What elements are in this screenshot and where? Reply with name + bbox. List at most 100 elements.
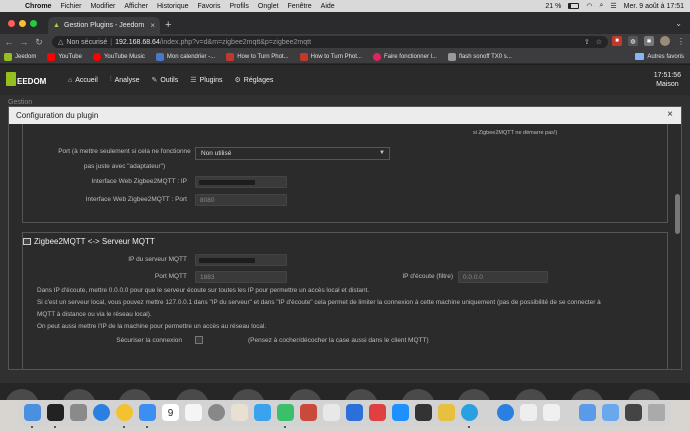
battery-icon[interactable] bbox=[568, 3, 580, 9]
menu-window[interactable]: Fenêtre bbox=[288, 3, 312, 10]
app-icon[interactable] bbox=[520, 404, 537, 421]
gears-icon: ⚙ bbox=[234, 77, 241, 84]
reload-icon[interactable]: ↻ bbox=[33, 37, 45, 48]
menu-help[interactable]: Aide bbox=[321, 3, 335, 10]
bookmark-item[interactable]: How to Turn Phot... bbox=[226, 52, 289, 61]
nav-reglages[interactable]: ⚙ Réglages bbox=[234, 76, 274, 85]
port-label-line2: pas juste avec "adaptateur") bbox=[83, 163, 166, 170]
photos-icon[interactable] bbox=[231, 404, 248, 421]
server-ip-input[interactable] bbox=[195, 254, 287, 266]
minimize-window-icon[interactable] bbox=[19, 20, 26, 27]
browser-tab-active[interactable]: ▲ Gestion Plugins - Jeedom × bbox=[48, 17, 160, 34]
bookmark-item[interactable]: Jeedom bbox=[4, 52, 36, 61]
security-status[interactable]: Non sécurisé bbox=[66, 39, 107, 46]
launchpad-icon[interactable] bbox=[70, 404, 87, 421]
menu-view[interactable]: Afficher bbox=[124, 3, 148, 10]
modal-title: Configuration du plugin bbox=[16, 111, 99, 120]
nav-accueil[interactable]: ⌂ Accueil bbox=[68, 77, 98, 84]
nav-analyse[interactable]: ⫶ Analyse bbox=[110, 76, 140, 84]
home-icon: ⌂ bbox=[68, 76, 73, 84]
app-icon[interactable] bbox=[346, 404, 363, 421]
profile-avatar[interactable] bbox=[660, 36, 670, 46]
close-icon[interactable]: × bbox=[667, 109, 673, 120]
mail-icon[interactable] bbox=[139, 404, 156, 421]
modal-scrollbar[interactable] bbox=[673, 124, 681, 369]
help-text-2: Si c'est un serveur local, vous pouvez m… bbox=[37, 299, 601, 306]
address-bar[interactable]: △ Non sécurisé | 192.168.68.64 /index.ph… bbox=[52, 36, 608, 48]
bookmark-item[interactable]: YouTube bbox=[47, 52, 82, 61]
app-icon[interactable] bbox=[323, 404, 340, 421]
new-tab-icon[interactable]: + bbox=[165, 19, 171, 31]
app-store-icon[interactable] bbox=[254, 404, 271, 421]
battery-percent: 21 % bbox=[545, 2, 562, 10]
kebab-menu-icon[interactable]: ⋮ bbox=[676, 36, 686, 46]
other-bookmarks[interactable]: Autres favoris bbox=[635, 53, 684, 60]
preview-icon[interactable] bbox=[625, 404, 642, 421]
bookmark-item[interactable]: YouTube Music bbox=[92, 52, 145, 61]
url-path: /index.php?v=d&m=zigbee2mqtt&p=zigbee2mq… bbox=[159, 38, 312, 46]
plugin-tiles-row bbox=[0, 383, 690, 423]
extension-icon[interactable]: ■ bbox=[612, 36, 622, 46]
web-port-input[interactable]: 8080 bbox=[195, 194, 287, 206]
maximize-window-icon[interactable] bbox=[30, 20, 37, 27]
port-label-line1: Port (à mettre seulement si cela ne fonc… bbox=[58, 148, 191, 155]
warning-icon[interactable]: △ bbox=[58, 38, 63, 46]
bookmark-item[interactable]: Mon calendrier -... bbox=[155, 52, 215, 61]
reminders-icon[interactable] bbox=[185, 404, 202, 421]
menu-edit[interactable]: Modifier bbox=[90, 3, 115, 10]
listen-ip-input[interactable]: 0.0.0.0 bbox=[458, 271, 548, 283]
menu-history[interactable]: Historique bbox=[157, 3, 189, 10]
scrollbar-thumb[interactable] bbox=[675, 194, 680, 234]
mqtt-port-input[interactable]: 1883 bbox=[195, 271, 287, 283]
app-icon[interactable] bbox=[438, 404, 455, 421]
bookmarks-bar: Jeedom YouTube YouTube Music Mon calendr… bbox=[0, 50, 690, 64]
control-center-icon[interactable]: ☰ bbox=[610, 2, 616, 10]
bookmark-item[interactable]: Faire fonctionner l... bbox=[372, 52, 437, 61]
bookmark-star-icon[interactable]: ☆ bbox=[596, 38, 602, 46]
jeedom-logo[interactable]: EEDOM bbox=[6, 70, 56, 90]
messages-icon[interactable] bbox=[277, 404, 294, 421]
extensions-puzzle-icon[interactable]: ✱ bbox=[644, 36, 654, 46]
web-ip-input[interactable] bbox=[195, 176, 287, 188]
trash-icon[interactable] bbox=[648, 404, 665, 421]
app-icon[interactable] bbox=[392, 404, 409, 421]
telegram-icon[interactable] bbox=[461, 404, 478, 421]
app-icon[interactable] bbox=[300, 404, 317, 421]
chrome-icon[interactable] bbox=[116, 404, 133, 421]
wifi-app-icon[interactable] bbox=[497, 404, 514, 421]
wifi-icon[interactable]: ◠ bbox=[586, 2, 592, 10]
back-icon[interactable]: ← bbox=[3, 37, 15, 47]
finder-icon[interactable] bbox=[24, 404, 41, 421]
bookmark-item[interactable]: How to Turn Phot... bbox=[299, 52, 362, 61]
close-window-icon[interactable] bbox=[8, 20, 15, 27]
forward-icon[interactable]: → bbox=[18, 37, 30, 47]
app-icon[interactable] bbox=[543, 404, 560, 421]
menu-bookmarks[interactable]: Favoris bbox=[198, 3, 221, 10]
folder-icon[interactable] bbox=[602, 404, 619, 421]
nav-plugins[interactable]: ☰ Plugins bbox=[190, 76, 222, 85]
tab-close-icon[interactable]: × bbox=[150, 21, 155, 30]
port-select[interactable]: Non utilisé ▼ bbox=[195, 147, 390, 160]
menu-profiles[interactable]: Profils bbox=[229, 3, 248, 10]
bookmark-item[interactable]: flash sonoff TX0 s... bbox=[447, 52, 512, 61]
downloads-folder-icon[interactable] bbox=[579, 404, 596, 421]
app-icon[interactable] bbox=[369, 404, 386, 421]
nav-outils[interactable]: ✎ Outils bbox=[151, 76, 178, 85]
menu-file[interactable]: Fichier bbox=[60, 3, 81, 10]
secure-checkbox[interactable] bbox=[195, 336, 203, 344]
share-icon[interactable]: ⇪ bbox=[584, 38, 590, 46]
menu-app-name[interactable]: Chrome bbox=[25, 3, 51, 10]
system-settings-icon[interactable] bbox=[208, 404, 225, 421]
menu-clock[interactable]: Mer. 9 août à 17:51 bbox=[624, 3, 684, 10]
tab-search-icon[interactable]: ⌄ bbox=[675, 19, 682, 28]
menu-tab[interactable]: Onglet bbox=[258, 3, 279, 10]
site-icon bbox=[226, 52, 235, 61]
url-host: 192.168.68.64 bbox=[115, 38, 160, 46]
calendar-app-icon[interactable]: 9 bbox=[162, 404, 179, 421]
safari-icon[interactable] bbox=[93, 404, 110, 421]
terminal-icon[interactable] bbox=[47, 404, 64, 421]
search-icon[interactable]: ⌕ bbox=[599, 2, 603, 10]
app-icon[interactable] bbox=[415, 404, 432, 421]
extension-icon[interactable]: ◍ bbox=[628, 36, 638, 46]
jeedom-logo-icon bbox=[6, 72, 16, 86]
